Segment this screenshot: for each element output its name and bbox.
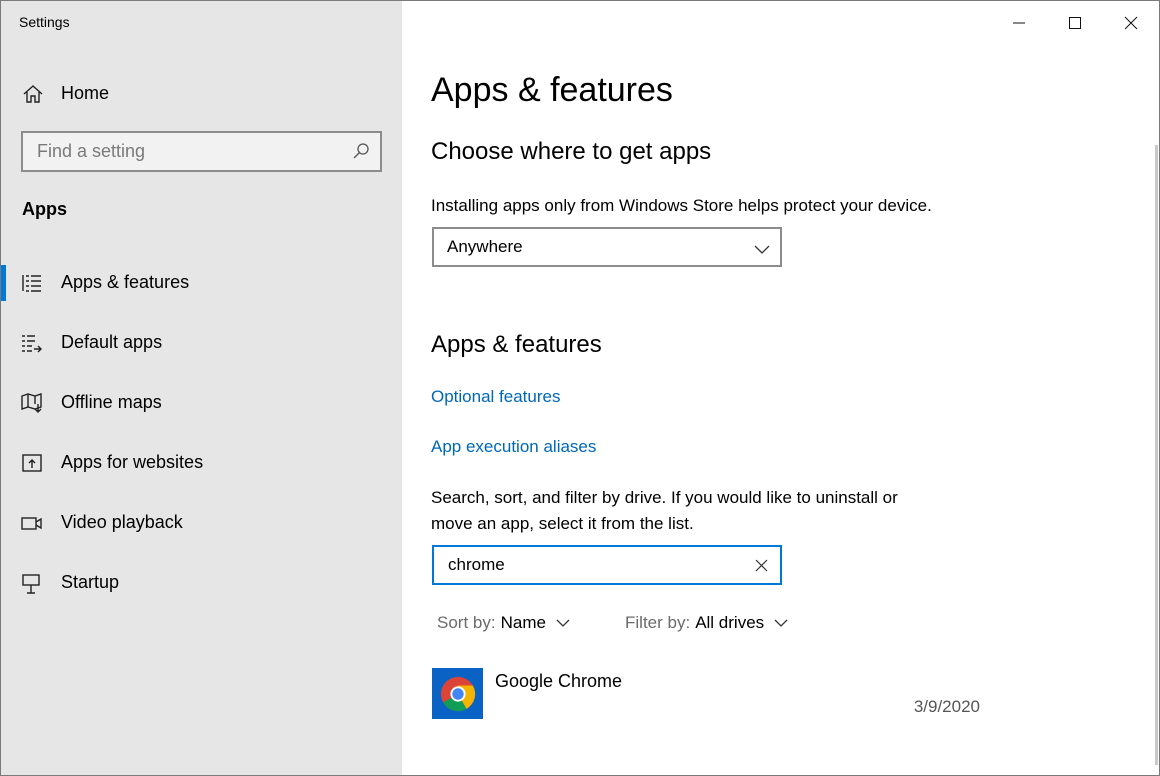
sidebar-item-video-playback[interactable]: Video playback: [1, 495, 402, 551]
minimize-button[interactable]: [991, 1, 1047, 45]
scrollbar[interactable]: [1155, 145, 1158, 765]
sort-by-label: Sort by:: [437, 613, 496, 632]
chevron-down-icon: [754, 245, 770, 254]
choose-apps-heading: Choose where to get apps: [431, 138, 712, 165]
sidebar-item-label: Video playback: [61, 512, 183, 532]
app-install-date: 3/9/2020: [913, 697, 980, 716]
sidebar-item-apps-features[interactable]: Apps & features: [1, 255, 402, 311]
page-title: Apps & features: [431, 71, 673, 109]
sidebar-item-home[interactable]: Home: [1, 73, 402, 113]
maximize-icon: [1069, 17, 1081, 29]
sort-by-value: Name: [500, 613, 546, 632]
sidebar-item-apps-for-websites[interactable]: Apps for websites: [1, 435, 402, 491]
sidebar-item-label: Apps for websites: [61, 452, 204, 472]
sidebar: Settings Home Apps Apps & features Defa: [1, 1, 402, 775]
app-list-item[interactable]: Google Chrome 3/9/2020: [432, 665, 992, 723]
default-apps-icon: [21, 332, 43, 354]
app-search-input[interactable]: [434, 547, 744, 583]
sidebar-section-label: Apps: [22, 199, 67, 219]
sidebar-item-label: Apps & features: [61, 272, 190, 292]
close-button[interactable]: [1103, 1, 1159, 45]
choose-apps-description: Installing apps only from Windows Store …: [431, 196, 932, 215]
sidebar-item-label: Startup: [61, 572, 120, 592]
filter-by-dropdown[interactable]: Filter by: All drives: [625, 613, 788, 633]
app-source-dropdown[interactable]: Anywhere: [432, 227, 782, 267]
main-content: Apps & features Choose where to get apps…: [402, 1, 1159, 775]
filter-by-label: Filter by:: [625, 613, 691, 632]
window-title: Settings: [19, 14, 70, 30]
maximize-button[interactable]: [1047, 1, 1103, 45]
dropdown-value: Anywhere: [447, 237, 523, 256]
chevron-down-icon: [556, 619, 570, 627]
sidebar-item-startup[interactable]: Startup: [1, 555, 402, 611]
optional-features-link[interactable]: Optional features: [431, 387, 560, 407]
search-description-line: Search, sort, and filter by drive. If yo…: [431, 488, 898, 507]
clear-icon[interactable]: [755, 559, 768, 572]
sidebar-item-label: Offline maps: [61, 392, 162, 412]
startup-icon: [21, 572, 43, 594]
sidebar-item-label: Home: [61, 83, 110, 103]
list-icon: [21, 272, 43, 294]
sort-by-dropdown[interactable]: Sort by: Name: [437, 613, 570, 633]
close-icon: [1124, 16, 1138, 30]
app-name: Google Chrome: [495, 671, 623, 691]
home-icon: [22, 83, 44, 105]
search-description-line: move an app, select it from the list.: [431, 514, 694, 533]
search-description: Search, sort, and filter by drive. If yo…: [431, 485, 898, 537]
sidebar-item-offline-maps[interactable]: Offline maps: [1, 375, 402, 431]
video-camera-icon: [21, 512, 43, 534]
filter-by-value: All drives: [695, 613, 765, 632]
map-icon: [21, 392, 43, 414]
find-setting-input[interactable]: [23, 133, 343, 170]
find-setting-search[interactable]: [21, 131, 382, 172]
settings-window: Settings Home Apps Apps & features Defa: [0, 0, 1160, 776]
chrome-icon: [432, 668, 483, 719]
apps-features-heading: Apps & features: [431, 331, 602, 358]
sidebar-item-default-apps[interactable]: Default apps: [1, 315, 402, 371]
minimize-icon: [1013, 22, 1025, 24]
app-execution-aliases-link[interactable]: App execution aliases: [431, 437, 596, 457]
sidebar-item-label: Default apps: [61, 332, 163, 352]
open-in-window-icon: [21, 452, 43, 474]
app-search-box[interactable]: [432, 545, 782, 585]
search-icon[interactable]: [352, 142, 370, 160]
chevron-down-icon: [774, 619, 788, 627]
